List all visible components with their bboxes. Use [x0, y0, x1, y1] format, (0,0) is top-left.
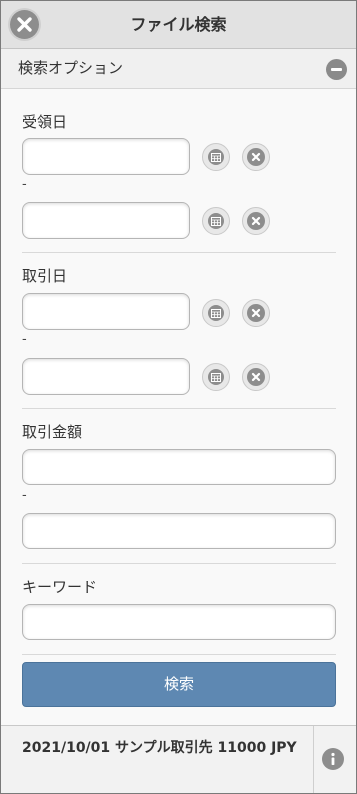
transaction-date-from-input[interactable]	[22, 293, 190, 330]
amount-label: 取引金額	[22, 423, 83, 441]
result-item-text: 2021/10/01 サンプル取引先 11000 JPY	[22, 740, 297, 756]
info-button[interactable]	[322, 748, 344, 770]
close-button[interactable]	[10, 10, 39, 39]
keyword-label: キーワード	[22, 578, 98, 596]
divider	[22, 654, 336, 655]
received-date-from-calendar-button[interactable]	[202, 143, 230, 171]
search-button[interactable]: 検索	[22, 662, 336, 707]
calendar-icon	[208, 369, 224, 385]
divider	[22, 408, 336, 409]
divider	[22, 252, 336, 253]
keyword-input[interactable]	[22, 604, 336, 640]
clear-icon	[247, 304, 265, 322]
collapse-minus-icon[interactable]	[326, 59, 347, 80]
header-bar: ファイル検索	[1, 1, 356, 49]
amount-from-input[interactable]	[22, 449, 336, 485]
received-date-from-input[interactable]	[22, 138, 190, 175]
amount-separator: -	[22, 488, 27, 503]
result-item-separator	[313, 726, 314, 793]
received-date-to-clear-button[interactable]	[242, 207, 270, 235]
search-options-toggle[interactable]: 検索オプション	[1, 49, 356, 89]
divider	[22, 563, 336, 564]
transaction-date-label: 取引日	[22, 267, 68, 285]
received-date-label: 受領日	[22, 113, 68, 131]
transaction-date-to-clear-button[interactable]	[242, 363, 270, 391]
page-title: ファイル検索	[130, 15, 227, 34]
result-list-item[interactable]: 2021/10/01 サンプル取引先 11000 JPY	[1, 725, 356, 793]
transaction-date-to-calendar-button[interactable]	[202, 363, 230, 391]
received-date-to-calendar-button[interactable]	[202, 207, 230, 235]
transaction-date-from-clear-button[interactable]	[242, 299, 270, 327]
amount-to-input[interactable]	[22, 513, 336, 549]
transaction-date-from-calendar-button[interactable]	[202, 299, 230, 327]
received-date-from-clear-button[interactable]	[242, 143, 270, 171]
info-icon	[331, 752, 335, 765]
clear-icon	[247, 148, 265, 166]
clear-icon	[247, 368, 265, 386]
clear-icon	[247, 212, 265, 230]
received-date-to-input[interactable]	[22, 202, 190, 239]
transaction-date-to-input[interactable]	[22, 358, 190, 395]
search-options-label: 検索オプション	[18, 59, 124, 77]
app-frame: ファイル検索 検索オプション 受領日 - 取引日 - 取引金額 - キーワード …	[0, 0, 357, 794]
calendar-icon	[208, 305, 224, 321]
calendar-icon	[208, 149, 224, 165]
received-date-separator: -	[22, 177, 27, 192]
transaction-date-separator: -	[22, 332, 27, 347]
close-icon	[17, 17, 32, 32]
calendar-icon	[208, 213, 224, 229]
